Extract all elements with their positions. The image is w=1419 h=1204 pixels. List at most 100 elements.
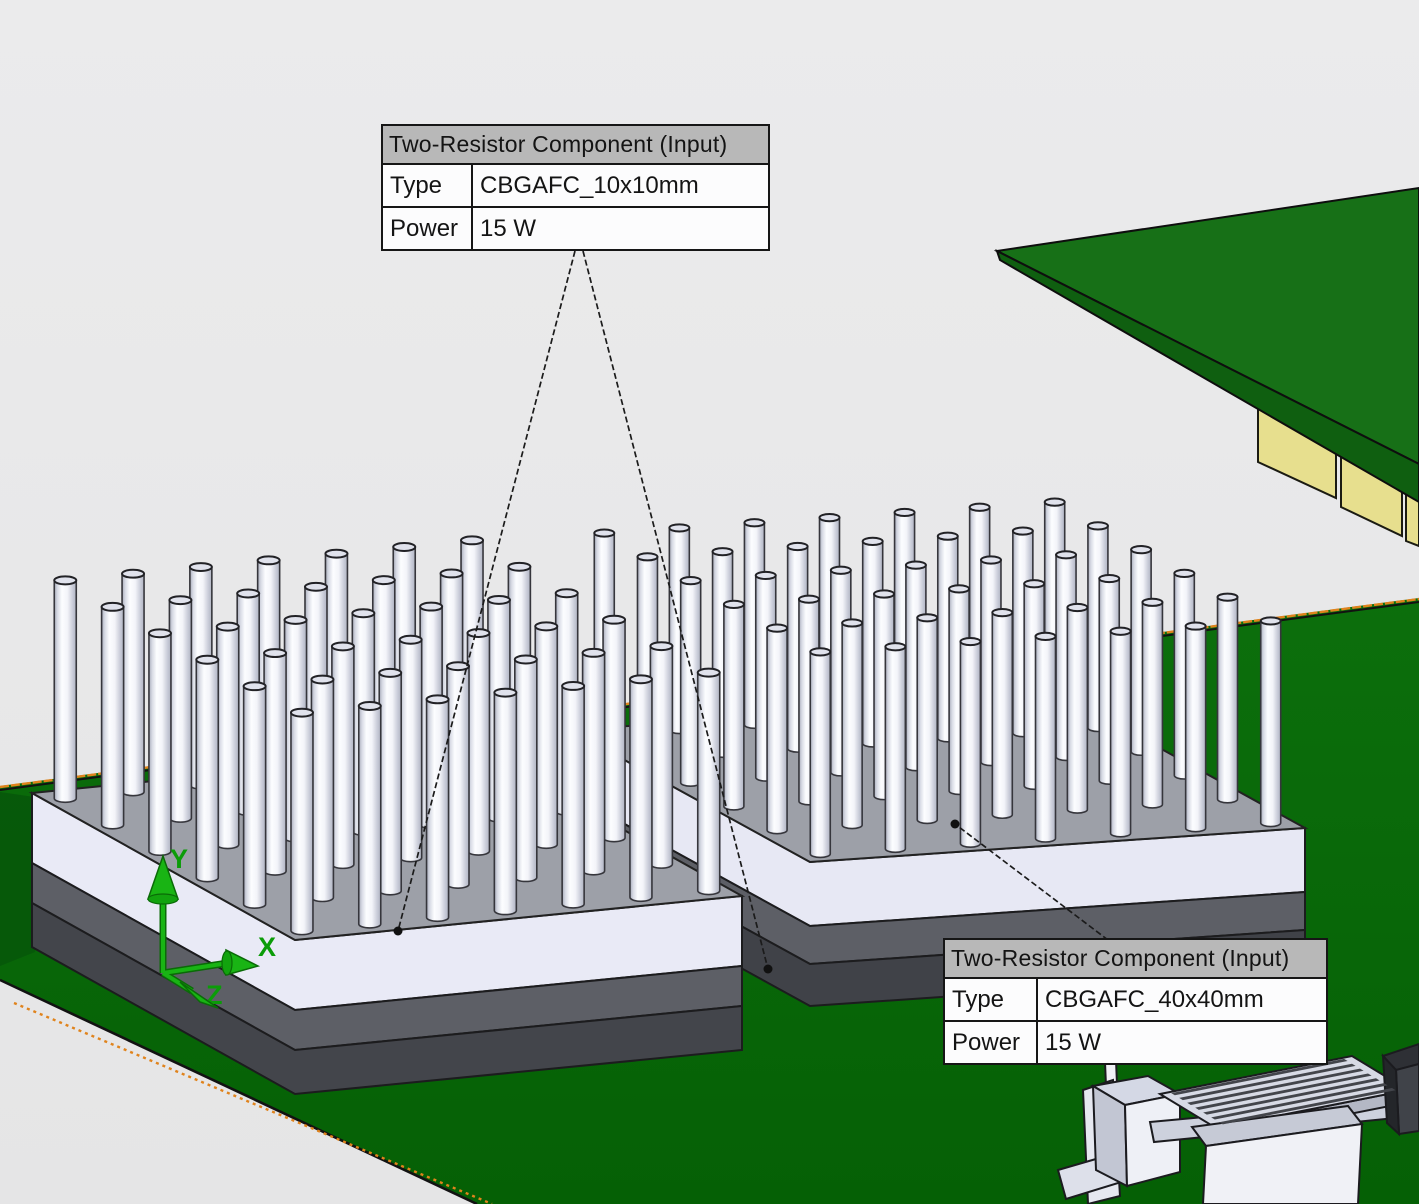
callout-title: Two-Resistor Component (Input) (383, 126, 768, 165)
pin-fin-top (122, 570, 144, 578)
pin-fin-top (461, 536, 483, 544)
pin-fin-top (427, 695, 449, 703)
pin-fin (724, 604, 744, 810)
pin-fin-top (373, 576, 395, 584)
pin-fin-top (669, 524, 689, 531)
pin-fin-top (756, 572, 776, 579)
pin-fin (149, 633, 171, 855)
pin-fin-top (1036, 633, 1056, 640)
pin-fin-top (895, 509, 915, 516)
callout-row-type: Type CBGAFC_10x10mm (383, 165, 768, 206)
pin-fin (810, 652, 830, 858)
callout-table-40x40[interactable]: Two-Resistor Component (Input) Type CBGA… (943, 938, 1328, 1065)
pin-fin-top (874, 590, 894, 597)
pin-fin-top (842, 619, 862, 626)
callout-power-value: 15 W (1038, 1022, 1326, 1063)
callout-table-10x10[interactable]: Two-Resistor Component (Input) Type CBGA… (381, 124, 770, 251)
pin-fin-top (1174, 570, 1194, 577)
pin-fin-top (305, 583, 327, 591)
pin-fin (244, 686, 266, 908)
leader-anchor-dot (951, 820, 960, 829)
pin-fin-top (291, 709, 313, 717)
pin-fin (1186, 626, 1206, 832)
pin-fin (359, 706, 381, 928)
pin-fin-top (1218, 594, 1238, 601)
pin-fin-top (799, 596, 819, 603)
pin-fin (1111, 631, 1131, 837)
pin-fin (102, 607, 124, 829)
pin-fin-top (508, 563, 530, 571)
pin-fin-top (1088, 522, 1108, 529)
pin-fin-top (1024, 580, 1044, 587)
pin-fin-top (603, 616, 625, 624)
pin-fin (379, 673, 401, 895)
pin-fin (264, 653, 286, 875)
pin-fin-top (820, 514, 840, 521)
pin-fin-top (831, 567, 851, 574)
pin-fin-top (264, 649, 286, 657)
pin-fin (842, 623, 862, 829)
pin-fin-top (917, 614, 937, 621)
pin-fin (583, 653, 605, 875)
pin-fin-top (556, 589, 578, 597)
pin-fin-top (1186, 622, 1206, 629)
pin-fin-top (650, 642, 672, 650)
cad-viewport[interactable]: ZYX Two-Resistor Component (Input) Type … (0, 0, 1419, 1204)
pin-fin-top (217, 623, 239, 631)
pin-fin-top (1099, 575, 1119, 582)
pin-fin (217, 627, 239, 849)
pin-fin-top (535, 622, 557, 630)
pin-fin-top (311, 676, 333, 684)
callout-type-value: CBGAFC_10x10mm (473, 165, 768, 206)
pin-fin (467, 633, 489, 855)
pin-fin-top (938, 533, 958, 540)
pin-fin (1218, 597, 1238, 803)
pin-fin (400, 640, 422, 862)
callout-row-type: Type CBGAFC_40x40mm (945, 979, 1326, 1020)
pin-fin-top (244, 682, 266, 690)
pin-fin-top (325, 550, 347, 558)
pin-fin (196, 660, 218, 882)
axis-x-label: X (258, 932, 276, 962)
callout-title: Two-Resistor Component (Input) (945, 940, 1326, 979)
leader-anchor-dot (394, 927, 403, 936)
pin-fin-top (1013, 527, 1033, 534)
pin-fin-top (810, 648, 830, 655)
pin-fin (122, 574, 144, 796)
pin-fin-top (724, 601, 744, 608)
pin-fin (54, 580, 76, 802)
pin-fin-top (102, 603, 124, 611)
callout-type-value: CBGAFC_40x40mm (1038, 979, 1326, 1020)
pin-fin-top (332, 642, 354, 650)
pin-fin-top (379, 669, 401, 677)
pin-fin (494, 693, 516, 915)
pin-fin (650, 646, 672, 868)
pin-fin-top (981, 556, 1001, 563)
pin-fin-top (1142, 599, 1162, 606)
leader-anchor-dot (764, 965, 773, 974)
pin-fin (630, 679, 652, 901)
pin-fin-top (992, 609, 1012, 616)
pin-fin-top (149, 629, 171, 637)
pin-fin-top (1131, 546, 1151, 553)
pin-fin (960, 642, 980, 848)
pin-fin (332, 646, 354, 868)
pin-fin (603, 620, 625, 842)
pin-fin (169, 600, 191, 822)
pin-fin-top (562, 682, 584, 690)
pin-fin-top (713, 548, 733, 555)
pin-fin (535, 626, 557, 848)
pin-fin-top (1056, 551, 1076, 558)
pin-fin (1036, 636, 1056, 842)
pin-fin (515, 660, 537, 882)
pin-fin (1261, 621, 1281, 827)
pin-fin-top (515, 656, 537, 664)
pin-fin-top (420, 603, 442, 611)
pin-fin-top (359, 702, 381, 710)
pin-fin-top (949, 585, 969, 592)
pin-fin (885, 647, 905, 853)
pin-fin-top (970, 504, 990, 511)
pin-fin-top (583, 649, 605, 657)
pin-fin-top (630, 675, 652, 683)
axis-y-label: Y (170, 844, 188, 874)
